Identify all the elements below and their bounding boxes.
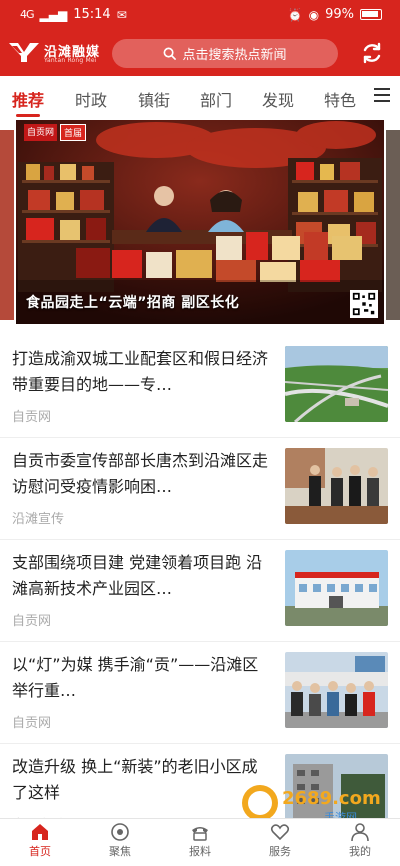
banner-caption: 食品园走上“云端”招商 副区长化	[26, 295, 240, 311]
news-source: 沿滩宣传	[12, 512, 65, 527]
tab-discover[interactable]: 发现	[262, 87, 294, 111]
nav-home[interactable]: 首页	[10, 822, 70, 859]
news-source: 自贡网	[12, 410, 52, 425]
active-tab-indicator	[16, 114, 40, 117]
nav-focus[interactable]: 聚焦	[90, 822, 150, 859]
logo-mark-icon	[9, 43, 39, 62]
focus-icon	[111, 823, 129, 841]
news-thumbnail	[285, 346, 388, 422]
refresh-icon[interactable]	[360, 41, 384, 65]
qr-code-icon	[350, 290, 378, 318]
user-icon	[351, 823, 369, 842]
search-placeholder: 点击搜索热点新闻	[182, 48, 287, 63]
banner-badge-label: 首届	[60, 124, 87, 141]
nav-service-label: 服务	[269, 845, 291, 858]
nav-profile[interactable]: 我的	[330, 822, 390, 859]
news-thumbnail	[285, 652, 388, 728]
status-bar: 4G ▂▄▆ 15:14 ✉ ⏰ ◉ 99%	[0, 0, 400, 30]
news-title: 改造升级 换上“新装”的老旧小区成了这样	[12, 757, 258, 802]
news-source: 自贡网	[12, 614, 52, 629]
alarm-icon: ⏰	[287, 7, 303, 22]
news-item[interactable]: 自贡市委宣传部部长唐杰到沿滩区走访慰问受疫情影响困… 沿滩宣传	[0, 438, 400, 540]
news-source: 自贡网	[12, 716, 52, 731]
battery-icon	[360, 9, 382, 20]
news-item[interactable]: 以“灯”为媒 携手渝“贡”——沿滩区举行重… 自贡网	[0, 642, 400, 744]
home-icon	[32, 824, 48, 840]
menu-icon[interactable]	[374, 88, 390, 104]
carousel-prev-peek	[0, 130, 14, 320]
signal-icon: ▂▄▆	[39, 7, 68, 22]
news-thumbnail	[285, 448, 388, 524]
app-subtitle: Yantan Rong Mei	[44, 57, 97, 64]
notification-icon: ✉	[116, 7, 127, 22]
status-time: 15:14	[73, 7, 111, 22]
banner-badges: 自贡网 首届	[24, 124, 87, 141]
nav-service[interactable]: 服务	[250, 822, 310, 859]
search-bar[interactable]: 点击搜索热点新闻	[112, 39, 338, 68]
tab-towns[interactable]: 镇街	[138, 87, 170, 111]
nav-home-label: 首页	[29, 845, 51, 858]
battery-percent: 99%	[325, 7, 354, 22]
banner-badge-source: 自贡网	[24, 124, 58, 141]
tab-politics[interactable]: 时政	[75, 87, 107, 111]
heart-icon	[270, 824, 290, 841]
tab-recommend[interactable]: 推荐	[12, 87, 44, 111]
carousel-next-peek	[386, 130, 400, 320]
bottom-navigation: 首页 聚焦 报料 服务 我的	[0, 818, 400, 866]
nav-profile-label: 我的	[349, 845, 371, 858]
wifi-icon: ◉	[308, 7, 320, 22]
nav-report-label: 报料	[189, 845, 211, 858]
app-logo[interactable]: 沿滩融媒 Yantan Rong Mei	[8, 38, 106, 68]
news-title: 打造成渝双城工业配套区和假日经济带重要目的地——专…	[12, 349, 269, 394]
app-header: 沿滩融媒 Yantan Rong Mei 点击搜索热点新闻	[0, 30, 400, 76]
nav-report[interactable]: 报料	[170, 822, 230, 859]
news-item[interactable]: 支部围绕项目建 党建领着项目跑 沿滩高新技术产业园区… 自贡网	[0, 540, 400, 642]
news-title: 自贡市委宣传部部长唐杰到沿滩区走访慰问受疫情影响困…	[12, 451, 269, 496]
search-icon	[164, 47, 177, 60]
tab-departments[interactable]: 部门	[200, 87, 232, 111]
network-indicator: 4G	[20, 8, 34, 21]
news-item[interactable]: 打造成渝双城工业配套区和假日经济带重要目的地——专… 自贡网	[0, 336, 400, 438]
news-title: 支部围绕项目建 党建领着项目跑 沿滩高新技术产业园区…	[12, 553, 263, 598]
nav-focus-label: 聚焦	[109, 845, 131, 858]
news-thumbnail	[285, 550, 388, 626]
category-tabs: 推荐 时政 镇街 部门 发现 特色	[0, 76, 400, 120]
news-title: 以“灯”为媒 携手渝“贡”——沿滩区举行重…	[12, 655, 259, 700]
banner-carousel[interactable]: 自贡网 首届 食品园走上“云端”招商 副区长化	[16, 120, 384, 324]
tab-featured[interactable]: 特色	[324, 87, 356, 111]
phone-icon	[192, 827, 208, 841]
watermark-brand: 2689.com	[282, 788, 381, 809]
